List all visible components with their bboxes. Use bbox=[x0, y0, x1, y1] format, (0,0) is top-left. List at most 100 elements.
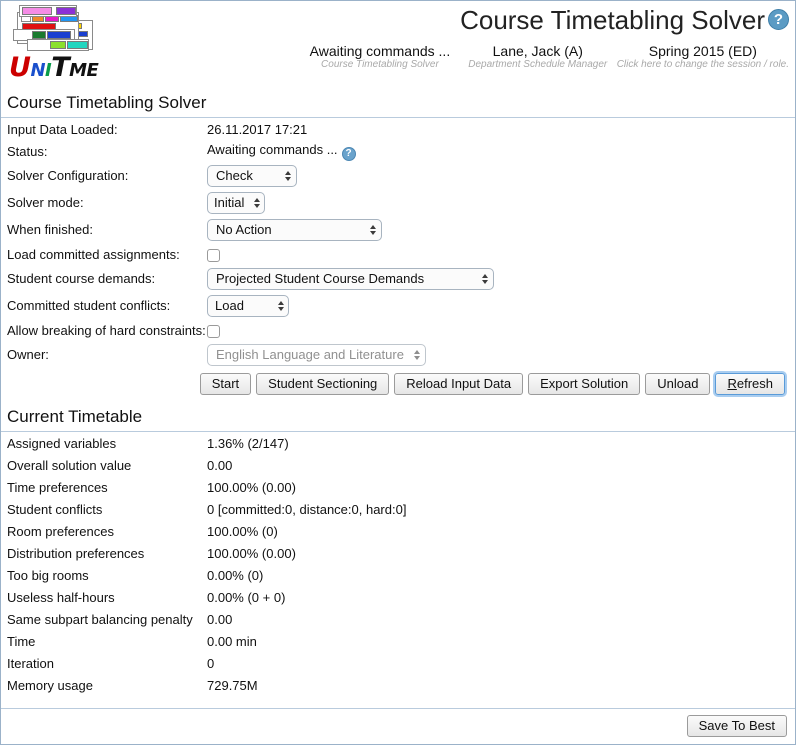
timetable-section-title: Current Timetable bbox=[1, 401, 795, 432]
committed-student-conflicts-select[interactable]: Load bbox=[207, 294, 289, 317]
row-allow-breaking-hard-constraints: Allow breaking of hard constraints: bbox=[7, 319, 789, 341]
solver-page: UNITME Course Timetabling Solver ? Await… bbox=[0, 0, 796, 745]
value-status: Awaiting commands ... bbox=[207, 141, 338, 157]
stat-value: 0.00 bbox=[207, 611, 233, 627]
stat-value: 100.00% (0.00) bbox=[207, 545, 296, 561]
when-finished-value: No Action bbox=[216, 222, 272, 237]
solver-configuration-select[interactable]: Check bbox=[207, 164, 297, 187]
row-committed-student-conflicts: Committed student conflicts: Load bbox=[7, 292, 789, 319]
row-status: Status: Awaiting commands ...? bbox=[7, 140, 789, 162]
chevron-updown-icon bbox=[414, 349, 420, 360]
value-input-data-loaded: 26.11.2017 17:21 bbox=[207, 121, 308, 137]
stat-value: 0.00 bbox=[207, 457, 233, 473]
timetable-grid-logo-icon bbox=[7, 4, 93, 56]
value-status-cell: Awaiting commands ...? bbox=[207, 140, 789, 162]
table-row: Same subpart balancing penalty 0.00 bbox=[7, 608, 789, 630]
chevron-updown-icon bbox=[482, 273, 488, 284]
student-course-demands-select[interactable]: Projected Student Course Demands bbox=[207, 267, 494, 290]
chevron-updown-icon bbox=[370, 224, 376, 235]
header-col-user: Lane, Jack (A) Department Schedule Manag… bbox=[459, 43, 617, 71]
reload-input-data-button[interactable]: Reload Input Data bbox=[394, 373, 524, 395]
stat-label: Room preferences bbox=[7, 523, 114, 539]
student-course-demands-value: Projected Student Course Demands bbox=[216, 271, 425, 286]
owner-value: English Language and Literature bbox=[216, 347, 404, 362]
stat-value: 1.36% (2/147) bbox=[207, 435, 289, 451]
refresh-accesskey: R bbox=[727, 376, 737, 391]
wordmark-n: N bbox=[30, 60, 46, 81]
table-row: Time preferences 100.00% (0.00) bbox=[7, 476, 789, 498]
load-committed-assignments-checkbox[interactable] bbox=[207, 248, 220, 262]
row-student-course-demands: Student course demands: Projected Studen… bbox=[7, 265, 789, 292]
header-status-text: Awaiting commands ... bbox=[309, 43, 451, 59]
stat-label: Time bbox=[7, 633, 36, 649]
stat-label: Time preferences bbox=[7, 479, 108, 495]
stat-value: 0 bbox=[207, 655, 215, 671]
label-solver-configuration: Solver Configuration: bbox=[7, 168, 129, 183]
stat-label: Iteration bbox=[7, 655, 54, 671]
timetable-stats-table: Assigned variables 1.36% (2/147) Overall… bbox=[7, 432, 789, 696]
row-load-committed-assignments: Load committed assignments: bbox=[7, 243, 789, 265]
solver-configuration-value: Check bbox=[216, 168, 253, 183]
stat-label: Useless half-hours bbox=[7, 589, 115, 605]
solver-mode-select[interactable]: Initial bbox=[207, 191, 265, 214]
start-button[interactable]: Start bbox=[199, 373, 252, 395]
when-finished-select[interactable]: No Action bbox=[207, 218, 382, 241]
status-help-icon[interactable]: ? bbox=[341, 146, 356, 161]
timetable-panel: Assigned variables 1.36% (2/147) Overall… bbox=[1, 432, 795, 696]
table-row: Too big rooms 0.00% (0) bbox=[7, 564, 789, 586]
footer-button-bar: Save To Best bbox=[1, 708, 795, 744]
unload-button[interactable]: Unload bbox=[645, 373, 711, 395]
header-status-bar: Awaiting commands ... Course Timetabling… bbox=[301, 43, 789, 71]
header-user-name: Lane, Jack (A) bbox=[492, 43, 583, 59]
help-icon[interactable]: ? bbox=[768, 9, 789, 30]
stat-value: 0.00% (0 + 0) bbox=[207, 589, 286, 605]
header-col-session[interactable]: Spring 2015 (ED) Click here to change th… bbox=[617, 43, 789, 71]
label-student-course-demands: Student course demands: bbox=[7, 271, 156, 286]
refresh-button[interactable]: Refresh bbox=[715, 373, 785, 395]
wordmark-ime: ME bbox=[69, 60, 99, 81]
save-to-best-button[interactable]: Save To Best bbox=[686, 715, 787, 737]
row-input-data-loaded: Input Data Loaded: 26.11.2017 17:21 bbox=[7, 118, 789, 140]
stat-value: 0 [committed:0, distance:0, hard:0] bbox=[207, 501, 407, 517]
solver-form: Input Data Loaded: 26.11.2017 17:21 Stat… bbox=[7, 118, 789, 368]
header-status-sub: Course Timetabling Solver bbox=[321, 59, 439, 71]
header-session-hint[interactable]: Click here to change the session / role. bbox=[617, 59, 789, 71]
refresh-label-rest: efresh bbox=[736, 376, 773, 391]
stat-value: 0.00 min bbox=[207, 633, 257, 649]
row-when-finished: When finished: No Action bbox=[7, 216, 789, 243]
wordmark-u: U bbox=[9, 52, 31, 83]
allow-breaking-hard-constraints-checkbox[interactable] bbox=[207, 324, 220, 338]
stat-value: 0.00% (0) bbox=[207, 567, 264, 583]
stat-label: Distribution preferences bbox=[7, 545, 145, 561]
export-solution-button[interactable]: Export Solution bbox=[528, 373, 641, 395]
table-row: Room preferences 100.00% (0) bbox=[7, 520, 789, 542]
label-when-finished: When finished: bbox=[7, 222, 93, 237]
chevron-updown-icon bbox=[278, 300, 284, 311]
stat-value: 729.75M bbox=[207, 677, 258, 693]
unitime-logo[interactable]: UNITME bbox=[7, 4, 99, 86]
table-row: Assigned variables 1.36% (2/147) bbox=[7, 432, 789, 454]
unitime-wordmark: UNITME bbox=[9, 52, 99, 83]
label-input-data-loaded: Input Data Loaded: bbox=[7, 121, 118, 137]
table-row: Useless half-hours 0.00% (0 + 0) bbox=[7, 586, 789, 608]
logo-card-bottom bbox=[27, 39, 89, 51]
stat-label: Too big rooms bbox=[7, 567, 89, 583]
stat-label: Student conflicts bbox=[7, 501, 103, 517]
stat-value: 100.00% (0) bbox=[207, 523, 278, 539]
header-session-name[interactable]: Spring 2015 (ED) bbox=[617, 43, 789, 59]
stat-label: Assigned variables bbox=[7, 435, 117, 451]
header-user-role: Department Schedule Manager bbox=[468, 59, 608, 71]
label-status: Status: bbox=[7, 143, 48, 159]
logo-card-top bbox=[19, 5, 77, 17]
table-row: Distribution preferences 100.00% (0.00) bbox=[7, 542, 789, 564]
label-committed-student-conflicts: Committed student conflicts: bbox=[7, 298, 171, 313]
label-allow-breaking-hard-constraints: Allow breaking of hard constraints: bbox=[7, 322, 206, 338]
stat-value: 100.00% (0.00) bbox=[207, 479, 296, 495]
label-solver-mode: Solver mode: bbox=[7, 195, 84, 210]
student-sectioning-button[interactable]: Student Sectioning bbox=[256, 373, 390, 395]
owner-select: English Language and Literature bbox=[207, 343, 426, 366]
row-solver-configuration: Solver Configuration: Check bbox=[7, 162, 789, 189]
table-row: Memory usage 729.75M bbox=[7, 674, 789, 696]
label-load-committed-assignments: Load committed assignments: bbox=[7, 246, 180, 262]
table-row: Iteration 0 bbox=[7, 652, 789, 674]
